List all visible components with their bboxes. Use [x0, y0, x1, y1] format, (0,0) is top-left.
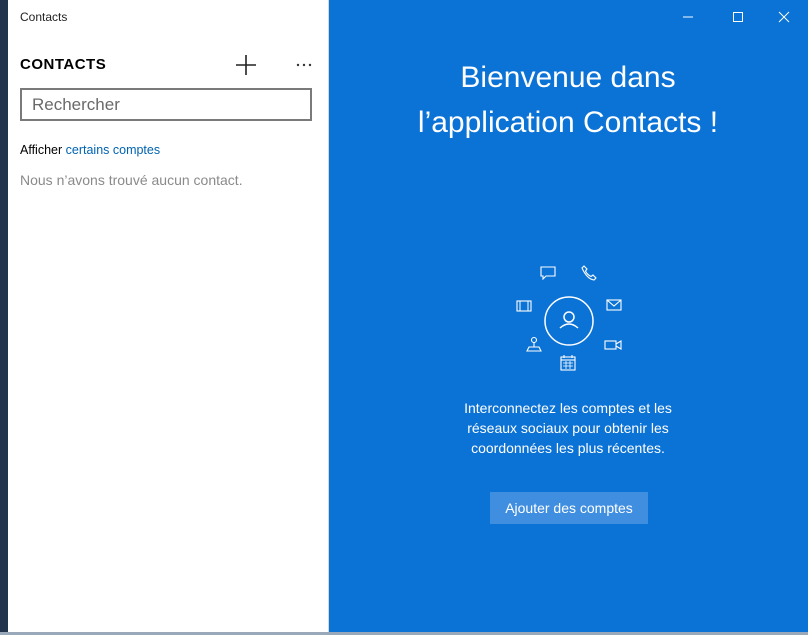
welcome-title-line1: Bienvenue dans [460, 61, 676, 94]
account-filter: Afficher certains comptes [20, 143, 160, 157]
hero-illustration [508, 260, 628, 375]
description-line2: réseaux sociaux pour obtenir les [467, 420, 669, 436]
close-icon [778, 11, 790, 23]
minimize-icon [683, 16, 693, 18]
search-box [20, 88, 312, 121]
description-line1: Interconnectez les comptes et les [464, 400, 672, 416]
empty-contacts-message: Nous n’avons trouvé aucun contact. [20, 172, 243, 188]
mail-icon [606, 299, 622, 311]
phone-icon [581, 265, 597, 281]
description-line3: coordonnées les plus récentes. [471, 440, 665, 456]
calendar-icon [560, 355, 576, 371]
welcome-title-line2: l’application Contacts ! [417, 106, 719, 139]
welcome-pane: Bienvenue dans l’application Contacts ! [328, 0, 808, 632]
add-contact-button[interactable] [234, 53, 258, 77]
pane-title: CONTACTS [20, 56, 107, 73]
map-icon [526, 336, 542, 352]
search-input[interactable] [22, 90, 310, 119]
video-icon [604, 340, 622, 350]
maximize-button[interactable] [723, 6, 753, 28]
maximize-icon [733, 12, 743, 22]
contacts-window: Contacts CONTACTS Afficher certains comp… [8, 0, 808, 632]
more-options-button[interactable] [292, 52, 316, 76]
add-accounts-button[interactable]: Ajouter des comptes [490, 492, 648, 524]
minimize-button[interactable] [673, 6, 703, 28]
desktop-background [0, 0, 8, 635]
contacts-pane: Contacts CONTACTS Afficher certains comp… [8, 0, 329, 632]
photos-icon [516, 300, 532, 312]
chat-icon [540, 266, 556, 280]
filter-accounts-link[interactable]: certains comptes [66, 143, 160, 157]
close-button[interactable] [769, 6, 799, 28]
filter-prefix: Afficher [20, 143, 66, 157]
welcome-description: Interconnectez les comptes et les réseau… [438, 398, 698, 458]
plus-icon [236, 55, 256, 75]
person-icon [544, 296, 594, 346]
welcome-title: Bienvenue dans l’application Contacts ! [328, 55, 808, 145]
app-title: Contacts [20, 10, 68, 24]
ellipsis-icon [296, 63, 312, 67]
